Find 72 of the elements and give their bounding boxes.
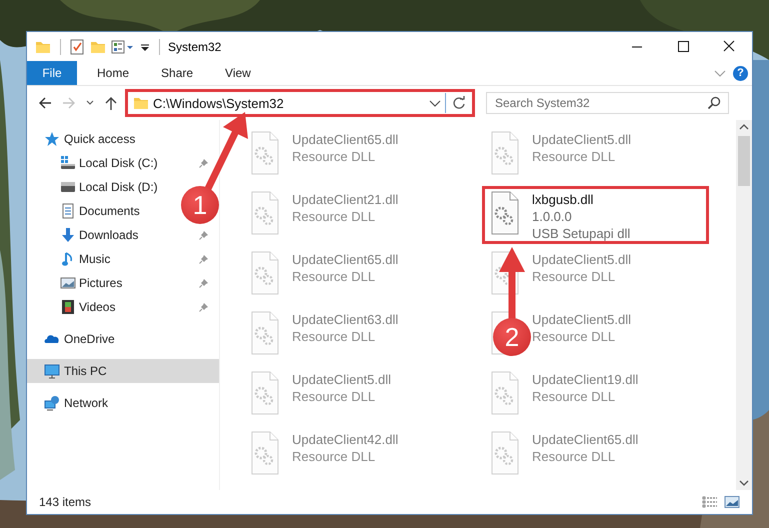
file-detail: 1.0.0.0 [532, 208, 573, 225]
sidebar-item[interactable]: Network [27, 391, 116, 415]
window-title: System32 [168, 40, 222, 54]
file-name[interactable]: lxbgusb.dll [532, 191, 630, 208]
sidebar-item[interactable]: Downloads [27, 223, 219, 247]
pin-icon[interactable] [199, 278, 209, 288]
pin-icon[interactable] [199, 158, 209, 168]
folder-icon [133, 95, 149, 111]
film-icon [60, 299, 76, 315]
network-icon [44, 395, 60, 411]
file-detail: USB Setupapi dll [532, 225, 630, 242]
file-name[interactable]: UpdateClient65.dll [292, 251, 398, 268]
scroll-thumb[interactable] [738, 136, 750, 186]
file-detail: Resource DLL [292, 388, 376, 405]
file-detail: Resource DLL [532, 148, 616, 165]
file-item[interactable]: lxbgusb.dll 1.0.0.0 USB Setupapi dll [482, 186, 709, 244]
file-name[interactable]: UpdateClient65.dll [532, 431, 638, 448]
up-arrow-icon[interactable] [103, 95, 119, 111]
file-detail: Resource DLL [532, 328, 616, 345]
file-detail: Resource DLL [292, 328, 376, 345]
file-name[interactable]: UpdateClient65.dll [292, 131, 398, 148]
file-detail: Resource DLL [292, 448, 376, 465]
file-name[interactable]: UpdateClient21.dll [292, 191, 398, 208]
pin-icon[interactable] [199, 302, 209, 312]
file-detail: Resource DLL [292, 268, 376, 285]
drive-icon [60, 155, 76, 171]
checklist-icon[interactable] [69, 38, 85, 54]
scrollbar[interactable] [736, 120, 752, 490]
file-detail: Resource DLL [292, 148, 376, 165]
large-icons-view-icon[interactable] [724, 495, 740, 509]
monitor-icon [44, 363, 60, 379]
file-name[interactable]: UpdateClient42.dll [292, 431, 398, 448]
sidebar-item[interactable]: Local Disk (C:) [27, 151, 219, 175]
search-field[interactable]: Search System32 [486, 92, 729, 114]
file-detail: Resource DLL [292, 208, 376, 225]
sidebar-item[interactable]: Videos [27, 295, 219, 319]
document-icon [60, 203, 76, 219]
sidebar-item[interactable]: This PC [27, 359, 219, 383]
sidebar-item[interactable]: Documents [27, 199, 148, 223]
file-name[interactable]: UpdateClient5.dll [532, 311, 632, 328]
ribbon-tab[interactable]: View [209, 61, 267, 85]
address-bar[interactable]: C:\Windows\System32 [125, 89, 475, 117]
address-path: C:\Windows\System32 [153, 96, 284, 110]
file-name[interactable]: UpdateClient5.dll [532, 131, 632, 148]
file-name[interactable]: UpdateClient5.dll [292, 371, 392, 388]
details-view-icon[interactable] [702, 495, 718, 509]
sidebar-item[interactable]: Pictures [27, 271, 219, 295]
file-name[interactable]: UpdateClient19.dll [532, 371, 638, 388]
sidebar-item[interactable]: Local Disk (D:) [27, 175, 166, 199]
file-name[interactable]: UpdateClient5.dll [532, 251, 632, 268]
help-button[interactable]: ? [733, 66, 748, 80]
picture-icon [60, 275, 76, 291]
file-detail: Resource DLL [532, 448, 616, 465]
star-icon [44, 131, 60, 147]
pin-icon[interactable] [199, 254, 209, 264]
properties-icon[interactable] [111, 38, 135, 54]
ribbon-tab[interactable]: Home [81, 61, 146, 85]
file-name[interactable]: UpdateClient63.dll [292, 311, 398, 328]
sidebar-item[interactable]: Music [27, 247, 219, 271]
file-detail: Resource DLL [532, 388, 616, 405]
search-icon[interactable] [707, 96, 721, 110]
drive-icon [60, 179, 76, 195]
back-arrow-icon[interactable] [37, 95, 53, 111]
download-arrow-icon [60, 227, 76, 243]
file-detail: Resource DLL [532, 268, 616, 285]
sidebar-item[interactable]: Quick access [27, 127, 144, 151]
file-tab[interactable]: File [27, 61, 77, 85]
pin-icon[interactable] [199, 230, 209, 240]
ribbon-tab[interactable]: Share [145, 61, 210, 85]
item-count: 143 items [39, 495, 92, 509]
sidebar-item[interactable]: OneDrive [27, 327, 123, 351]
refresh-icon[interactable] [451, 95, 467, 111]
